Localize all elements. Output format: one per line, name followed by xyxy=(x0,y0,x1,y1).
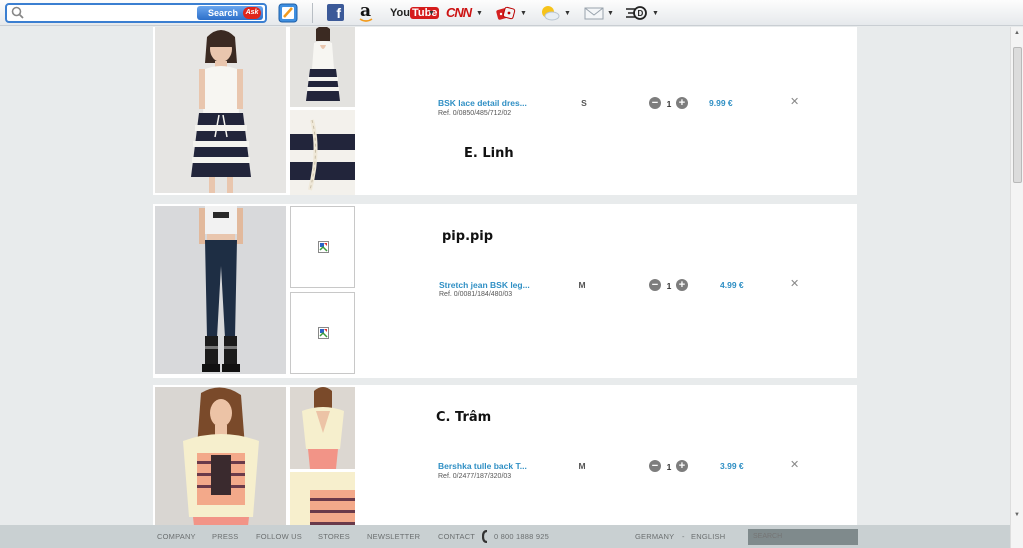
cart-item: pip.pip Stretch jean BSK leg... Ref. 0/0… xyxy=(153,204,857,378)
product-price: 4.99 € xyxy=(720,280,744,290)
site-footer: COMPANY PRESS FOLLOW US STORES NEWSLETTE… xyxy=(0,525,1010,548)
footer-link-follow-us[interactable]: FOLLOW US xyxy=(256,532,302,541)
footer-search-input[interactable] xyxy=(748,529,858,545)
owner-note: pip.pip xyxy=(442,229,494,244)
increase-quantity-button[interactable]: + xyxy=(676,279,688,291)
footer-phone-number: 0 800 1888 925 xyxy=(494,532,549,541)
product-thumbnail[interactable] xyxy=(290,27,355,107)
weather-dropdown-icon[interactable]: ▼ xyxy=(564,10,571,17)
footer-separator: - xyxy=(682,532,685,541)
vertical-scrollbar[interactable]: ▲ ▼ xyxy=(1010,27,1023,548)
product-size: S xyxy=(581,98,587,108)
youtube-label-you: You xyxy=(390,7,410,19)
svg-text:D: D xyxy=(638,9,644,18)
product-name-link[interactable]: Bershka tulle back T... xyxy=(438,461,527,471)
product-thumbnail[interactable] xyxy=(290,472,355,525)
games-icon[interactable] xyxy=(495,3,517,23)
ask-badge: Ask xyxy=(243,7,261,19)
remove-item-icon[interactable]: ✕ xyxy=(790,460,799,471)
search-icon xyxy=(11,6,24,19)
weather-icon[interactable] xyxy=(539,3,561,23)
remove-item-icon[interactable]: ✕ xyxy=(790,97,799,108)
cart-page: E. Linh BSK lace detail dres... Ref. 0/0… xyxy=(0,27,1010,525)
cart-item: E. Linh BSK lace detail dres... Ref. 0/0… xyxy=(153,27,857,195)
product-price: 9.99 € xyxy=(709,98,733,108)
footer-link-newsletter[interactable]: NEWSLETTER xyxy=(367,532,420,541)
product-size: M xyxy=(578,280,586,290)
footer-language[interactable]: ENGLISH xyxy=(691,532,725,541)
youtube-label-tube: Tube xyxy=(409,7,440,19)
product-thumbnail-broken[interactable] xyxy=(290,206,355,288)
owner-note: E. Linh xyxy=(464,146,514,161)
product-thumbnail-broken[interactable] xyxy=(290,292,355,374)
toolbar-divider xyxy=(312,3,313,23)
product-reference: Ref. 0/0850/485/712/02 xyxy=(438,110,512,117)
toolbar-search-button[interactable]: Search Ask xyxy=(197,6,263,20)
product-reference: Ref. 0/2477/187/320/03 xyxy=(438,473,512,480)
scroll-up-icon[interactable]: ▲ xyxy=(1014,30,1020,36)
mail-icon[interactable] xyxy=(583,3,605,23)
product-price: 3.99 € xyxy=(720,461,744,471)
decrease-quantity-button[interactable]: − xyxy=(649,97,661,109)
product-photo[interactable] xyxy=(155,206,286,374)
footer-link-contact[interactable]: CONTACT xyxy=(438,532,475,541)
product-name-link[interactable]: Stretch jean BSK leg... xyxy=(439,280,530,290)
youtube-dropdown-icon[interactable]: ▼ xyxy=(428,10,435,17)
footer-link-stores[interactable]: STORES xyxy=(318,532,350,541)
speed-dropdown-icon[interactable]: ▼ xyxy=(652,10,659,17)
product-reference: Ref. 0/0081/184/480/03 xyxy=(439,291,513,298)
phone-icon xyxy=(482,530,488,543)
mail-dropdown-icon[interactable]: ▼ xyxy=(607,10,614,17)
toolbar-search-input[interactable] xyxy=(27,6,197,20)
amazon-smile xyxy=(359,18,373,22)
browser-toolbar: Search Ask f a YouTube ▼ CNN ▼ ▼ ▼ ▼ D xyxy=(0,0,1023,26)
product-size: M xyxy=(578,461,586,471)
quantity-value: 1 xyxy=(666,281,672,291)
footer-link-press[interactable]: PRESS xyxy=(212,532,238,541)
facebook-icon[interactable]: f xyxy=(327,4,344,21)
owner-note: C. Trâm xyxy=(436,410,492,425)
increase-quantity-button[interactable]: + xyxy=(676,97,688,109)
cart-item: C. Trâm Bershka tulle back T... Ref. 0/2… xyxy=(153,385,857,525)
broken-image-icon xyxy=(318,327,329,339)
toolbar-search-box[interactable]: Search Ask xyxy=(5,3,267,23)
increase-quantity-button[interactable]: + xyxy=(676,460,688,472)
footer-country[interactable]: GERMANY xyxy=(635,532,674,541)
product-thumbnail[interactable] xyxy=(290,387,355,469)
product-photo[interactable] xyxy=(155,387,286,525)
product-thumbnail[interactable] xyxy=(290,110,355,195)
games-dropdown-icon[interactable]: ▼ xyxy=(520,10,527,17)
scroll-down-icon[interactable]: ▼ xyxy=(1014,512,1020,518)
cnn-dropdown-icon[interactable]: ▼ xyxy=(476,10,483,17)
product-photo[interactable] xyxy=(155,27,286,193)
search-button-label: Search xyxy=(208,8,239,18)
notes-icon[interactable] xyxy=(278,3,298,23)
cnn-icon[interactable]: CNN xyxy=(446,4,472,24)
decrease-quantity-button[interactable]: − xyxy=(649,460,661,472)
decrease-quantity-button[interactable]: − xyxy=(649,279,661,291)
scrollbar-thumb[interactable] xyxy=(1013,47,1022,183)
remove-item-icon[interactable]: ✕ xyxy=(790,279,799,290)
speed-icon[interactable]: D xyxy=(625,3,649,23)
broken-image-icon xyxy=(318,241,329,253)
footer-link-company[interactable]: COMPANY xyxy=(157,532,196,541)
quantity-value: 1 xyxy=(666,462,672,472)
product-name-link[interactable]: BSK lace detail dres... xyxy=(438,98,527,108)
quantity-value: 1 xyxy=(666,99,672,109)
